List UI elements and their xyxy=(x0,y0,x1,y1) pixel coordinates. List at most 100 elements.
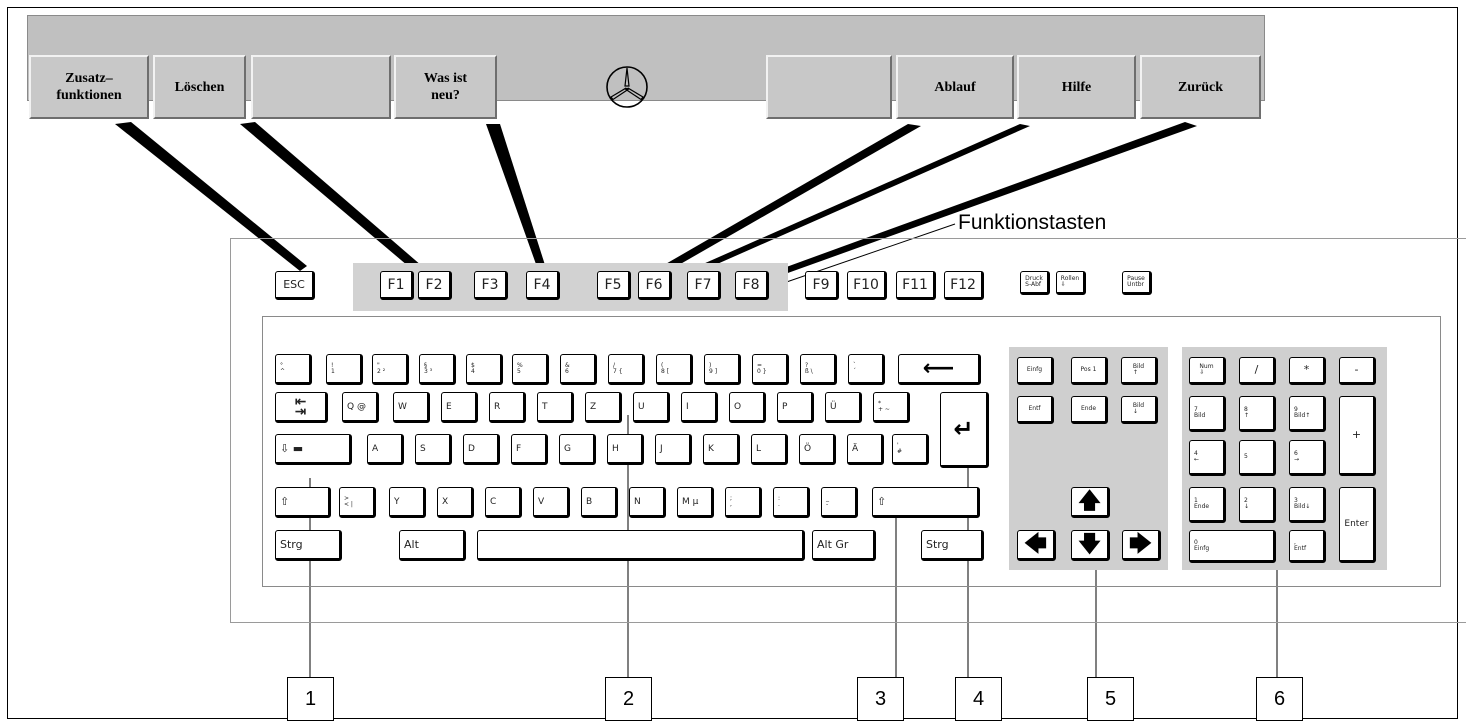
key-m[interactable]: M µ xyxy=(677,487,714,518)
key-u[interactable]: U xyxy=(633,392,670,423)
key-ue[interactable]: Ü xyxy=(825,392,862,423)
numpad-8-key[interactable]: 8 ↑ xyxy=(1239,396,1276,432)
numpad-7-key[interactable]: 7 Bild xyxy=(1189,396,1226,432)
key-f8[interactable]: F8 xyxy=(735,271,769,300)
alt-key[interactable]: Alt xyxy=(399,530,466,561)
key-hash[interactable]: ' # xyxy=(892,434,929,465)
left-shift-key[interactable]: ⇧ xyxy=(275,487,331,518)
key-0[interactable]: = 0 } xyxy=(752,354,789,385)
key-a[interactable]: A xyxy=(367,434,404,465)
numpad-0-key[interactable]: 0 Einfg xyxy=(1189,530,1276,563)
key-s[interactable]: S xyxy=(415,434,452,465)
numpad-minus-key[interactable]: - xyxy=(1339,357,1376,385)
key-t[interactable]: T xyxy=(537,392,574,423)
backspace-key[interactable]: ⟵ xyxy=(898,354,981,385)
key-c[interactable]: C xyxy=(485,487,522,518)
key-1[interactable]: ! 1 xyxy=(326,354,363,385)
key-4[interactable]: $ 4 xyxy=(466,354,503,385)
key-k[interactable]: K xyxy=(703,434,740,465)
key-plus[interactable]: * + ~ xyxy=(873,392,910,423)
key-o[interactable]: O xyxy=(729,392,766,423)
right-shift-key[interactable]: ⇧ xyxy=(872,487,980,518)
numpad-divide-key[interactable]: / xyxy=(1239,357,1276,385)
pos1-key[interactable]: Pos 1 xyxy=(1071,357,1108,385)
key-sz[interactable]: ? ß \ xyxy=(800,354,837,385)
spacebar-key[interactable] xyxy=(477,530,805,561)
numpad-9-key[interactable]: 9 Bild↑ xyxy=(1289,396,1326,432)
key-y[interactable]: Y xyxy=(389,487,426,518)
key-d[interactable]: D xyxy=(463,434,500,465)
key-minus[interactable]: _ - xyxy=(821,487,858,518)
key-2[interactable]: " 2 ² xyxy=(372,354,409,385)
numpad-3-key[interactable]: 3 Bild↓ xyxy=(1289,487,1326,523)
key-r[interactable]: R xyxy=(489,392,526,423)
tab-key[interactable]: ⇤ ⇥ xyxy=(275,392,328,423)
key-8[interactable]: ( 8 [ xyxy=(656,354,693,385)
key-b[interactable]: B xyxy=(581,487,618,518)
numpad-enter-key[interactable]: Enter xyxy=(1339,487,1376,563)
numpad-multiply-key[interactable]: * xyxy=(1289,357,1326,385)
numpad-plus-key[interactable]: + xyxy=(1339,396,1376,476)
einfg-key[interactable]: Einfg xyxy=(1017,357,1054,385)
numpad-5-key[interactable]: 5 xyxy=(1239,440,1276,476)
key-rollen[interactable]: Rollen ⇩ xyxy=(1056,271,1086,295)
key-3[interactable]: § 3 ³ xyxy=(419,354,456,385)
key-f5[interactable]: F5 xyxy=(597,271,631,300)
caps-lock-key[interactable]: ⇩ ▬ xyxy=(275,434,352,465)
key-f9[interactable]: F9 xyxy=(805,271,839,300)
key-5[interactable]: % 5 xyxy=(512,354,549,385)
key-z[interactable]: Z xyxy=(585,392,622,423)
key-x[interactable]: X xyxy=(437,487,474,518)
altgr-key[interactable]: Alt Gr xyxy=(812,530,876,561)
key-f1[interactable]: F1 xyxy=(380,271,414,300)
ende-key[interactable]: Ende xyxy=(1071,396,1108,424)
key-f11[interactable]: F11 xyxy=(896,271,936,300)
right-strg-key[interactable]: Strg xyxy=(921,530,984,561)
key-h[interactable]: H xyxy=(607,434,644,465)
left-strg-key[interactable]: Strg xyxy=(275,530,342,561)
key-p[interactable]: P xyxy=(777,392,814,423)
key-period[interactable]: : . xyxy=(773,487,810,518)
arrow-left-key[interactable]: 🡄 xyxy=(1017,530,1056,561)
key-f12[interactable]: F12 xyxy=(944,271,984,300)
bild-up-key[interactable]: Bild ↑ xyxy=(1121,357,1158,385)
numlock-key[interactable]: Num ⇩ xyxy=(1189,357,1226,385)
key-6[interactable]: & 6 xyxy=(560,354,597,385)
key-f4[interactable]: F4 xyxy=(526,271,560,300)
key-g[interactable]: G xyxy=(559,434,596,465)
key-pause[interactable]: Pause Untbr xyxy=(1122,271,1152,295)
key-ae[interactable]: Ä xyxy=(847,434,884,465)
key-q[interactable]: Q @ xyxy=(342,392,379,423)
arrow-right-key[interactable]: 🡆 xyxy=(1122,530,1161,561)
numpad-6-key[interactable]: 6 → xyxy=(1289,440,1326,476)
key-f7[interactable]: F7 xyxy=(687,271,721,300)
key-circumflex[interactable]: ° ^ xyxy=(275,354,312,385)
key-n[interactable]: N xyxy=(629,487,666,518)
key-e[interactable]: E xyxy=(441,392,478,423)
key-comma[interactable]: ; , xyxy=(725,487,762,518)
key-f[interactable]: F xyxy=(511,434,548,465)
key-v[interactable]: V xyxy=(533,487,570,518)
arrow-up-key[interactable]: 🡅 xyxy=(1071,487,1110,518)
key-f6[interactable]: F6 xyxy=(638,271,672,300)
numpad-4-key[interactable]: 4 ← xyxy=(1189,440,1226,476)
entf-key[interactable]: Entf xyxy=(1017,396,1054,424)
bild-down-key[interactable]: Bild ↓ xyxy=(1121,396,1158,424)
numpad-2-key[interactable]: 2 ↓ xyxy=(1239,487,1276,523)
key-less-than[interactable]: > < | xyxy=(339,487,376,518)
arrow-down-key[interactable]: 🡇 xyxy=(1071,530,1110,561)
key-f3[interactable]: F3 xyxy=(474,271,508,300)
key-accent[interactable]: ` ´ xyxy=(848,354,885,385)
key-w[interactable]: W xyxy=(393,392,430,423)
key-j[interactable]: J xyxy=(655,434,692,465)
enter-key[interactable]: ↵ xyxy=(940,392,989,468)
key-f10[interactable]: F10 xyxy=(847,271,887,300)
key-7[interactable]: / 7 { xyxy=(608,354,645,385)
key-oe[interactable]: Ö xyxy=(799,434,836,465)
key-druck[interactable]: Druck S-Abf xyxy=(1020,271,1050,295)
numpad-1-key[interactable]: 1 Ende xyxy=(1189,487,1226,523)
key-f2[interactable]: F2 xyxy=(418,271,452,300)
key-i[interactable]: I xyxy=(681,392,718,423)
key-9[interactable]: ) 9 ] xyxy=(704,354,741,385)
key-l[interactable]: L xyxy=(751,434,788,465)
